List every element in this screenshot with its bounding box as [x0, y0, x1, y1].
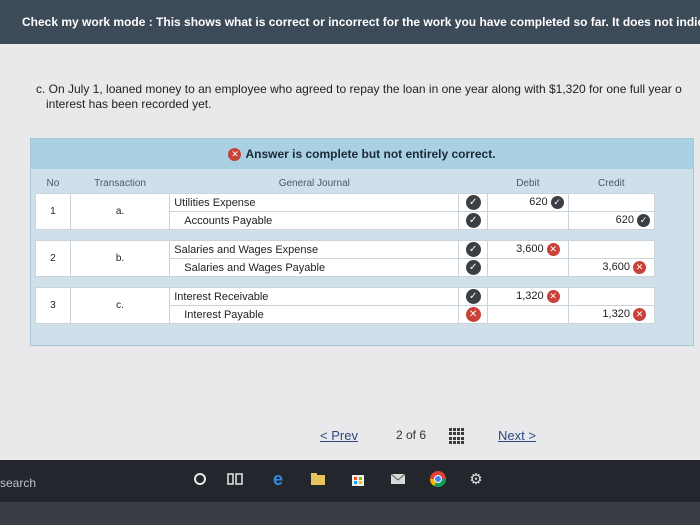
credit-amount-empty[interactable] [567, 287, 656, 306]
entry-transaction: c. [69, 287, 171, 324]
header-transaction: Transaction [70, 173, 170, 194]
taskbar-search[interactable]: search [0, 476, 36, 490]
question-line-1: c. On July 1, loaned money to an employe… [36, 82, 682, 96]
debit-amount[interactable]: 3,600 ✕ [487, 240, 569, 259]
store-icon[interactable] [348, 469, 368, 489]
credit-account[interactable]: Interest Payable [169, 305, 460, 324]
correct-check-icon: ✓ [465, 213, 481, 228]
credit-amount[interactable]: 3,600 ✕ [567, 258, 656, 277]
prev-button[interactable]: < Prev [320, 428, 358, 443]
credit-amount-empty[interactable] [567, 240, 656, 259]
entry-number: 3 [35, 287, 71, 324]
debit-amount-empty[interactable] [487, 258, 569, 277]
entry-transaction: a. [69, 193, 171, 230]
correct-check-icon: ✓ [465, 289, 481, 304]
entry-number: 1 [35, 193, 71, 230]
incorrect-icon: ✕ [546, 290, 560, 303]
task-view-icon[interactable] [225, 469, 245, 489]
correct-check-icon: ✓ [637, 214, 650, 227]
debit-account[interactable]: Interest Receivable [169, 287, 460, 306]
incorrect-icon: ✕ [546, 243, 560, 256]
cortana-circle-icon[interactable] [190, 469, 210, 489]
debit-account[interactable]: Salaries and Wages Expense [169, 240, 460, 259]
credit-account[interactable]: Salaries and Wages Payable [169, 258, 460, 277]
correct-check-icon: ✓ [465, 195, 481, 210]
file-explorer-icon[interactable] [308, 469, 328, 489]
pagination: < Prev 2 of 6 Next > [0, 428, 700, 446]
settings-gear-icon[interactable]: ⚙ [466, 469, 486, 489]
table-row: 1 a. Utilities Expense ✓ 620 ✓ [35, 193, 656, 230]
result-text: Answer is complete but not entirely corr… [245, 147, 496, 161]
check-my-work-banner: Check my work mode : This shows what is … [0, 0, 700, 44]
credit-account[interactable]: Accounts Payable [169, 211, 460, 230]
debit-amount[interactable]: 620 ✓ [487, 193, 569, 212]
correct-check-icon: ✓ [465, 242, 481, 257]
incorrect-icon: ✕ [633, 308, 646, 321]
chrome-icon[interactable] [428, 469, 448, 489]
credit-amount-empty[interactable] [567, 193, 656, 212]
table-row: 3 c. Interest Receivable ✓ 1,320 ✕ [35, 287, 656, 324]
entry-transaction: b. [69, 240, 171, 277]
debit-amount-empty[interactable] [487, 305, 569, 324]
incorrect-icon: ✕ [465, 307, 481, 322]
grid-icon[interactable] [449, 428, 465, 444]
correct-check-icon: ✓ [550, 196, 564, 209]
debit-amount[interactable]: 1,320 ✕ [487, 287, 569, 306]
header-no: No [35, 173, 71, 194]
entry-number: 2 [35, 240, 71, 277]
bottom-bezel [0, 502, 700, 525]
browser-content: Check my work mode : This shows what is … [0, 0, 700, 460]
credit-amount[interactable]: 620 ✓ [567, 211, 656, 230]
question-line-2: interest has been recorded yet. [46, 97, 212, 111]
edge-browser-icon[interactable]: e [268, 469, 288, 489]
next-button[interactable]: Next > [498, 428, 536, 443]
mail-icon[interactable] [388, 469, 408, 489]
answer-panel: ✕ Answer is complete but not entirely co… [30, 138, 694, 346]
table-row: 2 b. Salaries and Wages Expense ✓ 3,600 … [35, 240, 656, 277]
incorrect-icon: ✕ [228, 147, 242, 161]
debit-account[interactable]: Utilities Expense [169, 193, 460, 212]
question-text: c. On July 1, loaned money to an employe… [36, 82, 700, 112]
header-credit: Credit [568, 173, 655, 194]
page-indicator: 2 of 6 [396, 428, 427, 442]
correct-check-icon: ✓ [465, 260, 481, 275]
result-bar: ✕ Answer is complete but not entirely co… [31, 139, 693, 169]
general-journal-table: No Transaction General Journal Debit Cre… [35, 173, 656, 324]
debit-amount-empty[interactable] [487, 211, 569, 230]
header-debit: Debit [487, 173, 569, 194]
credit-amount[interactable]: 1,320 ✕ [567, 305, 656, 324]
incorrect-icon: ✕ [633, 261, 646, 274]
header-general-journal: General Journal [169, 173, 459, 194]
